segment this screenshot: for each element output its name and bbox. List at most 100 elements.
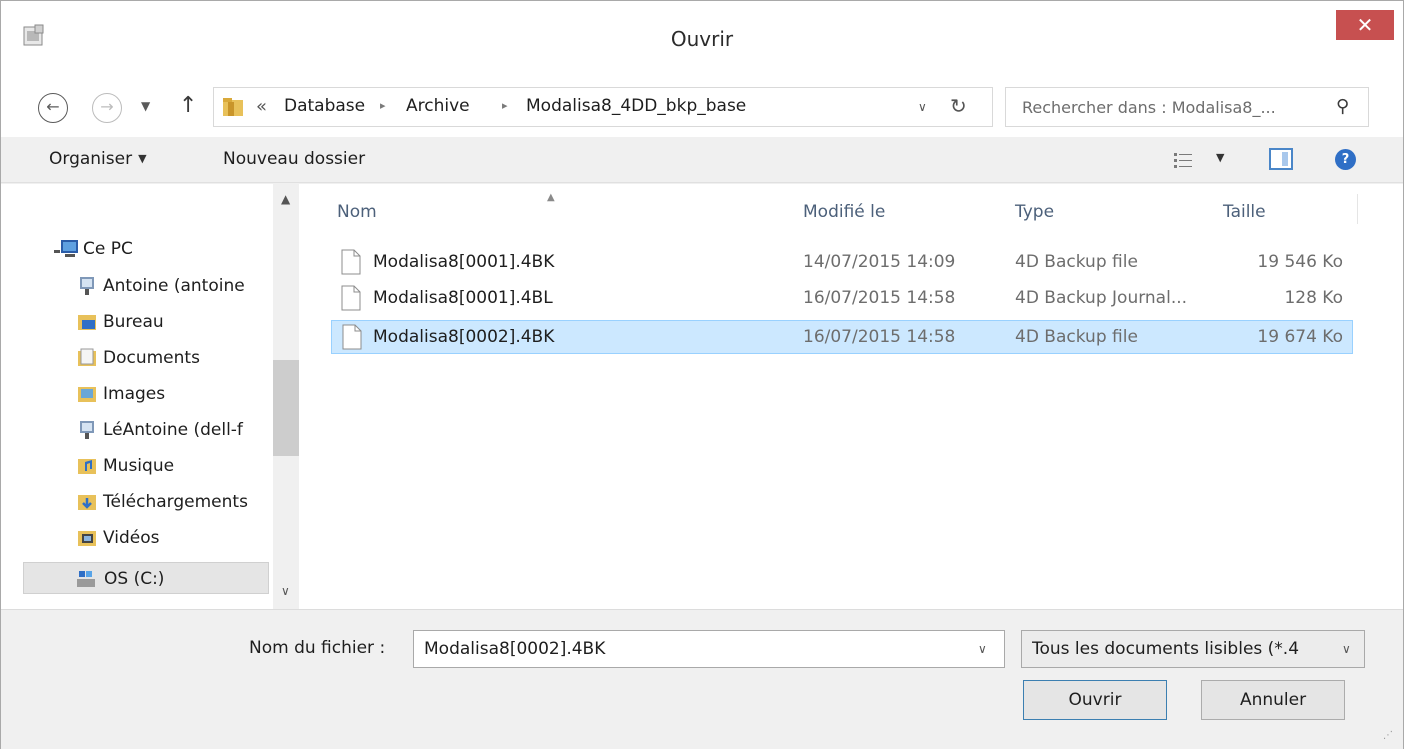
file-modified: 16/07/2015 14:58 <box>803 327 956 347</box>
nav-item-label: Bureau <box>103 312 164 332</box>
file-size: 128 Ko <box>1284 288 1343 308</box>
chevron-down-icon[interactable]: ∨ <box>1342 642 1351 656</box>
address-bar[interactable]: « Database ▸ Archive ▸ Modalisa8_4DD_bkp… <box>213 87 993 127</box>
address-row: ← → ▼ ↑ « Database ▸ Archive ▸ Modalisa8… <box>1 81 1403 137</box>
nav-item-bureau[interactable]: Bureau <box>77 306 277 338</box>
nav-item-label: LéAntoine (dell-f <box>103 420 243 440</box>
file-name: Modalisa8[0001].4BK <box>373 252 555 272</box>
view-options-icon[interactable] <box>1173 151 1193 169</box>
organize-button[interactable]: Organiser ▼ <box>49 149 147 169</box>
file-type-filter-label: Tous les documents lisibles (*.4 <box>1032 639 1300 659</box>
cancel-button[interactable]: Annuler <box>1201 680 1345 720</box>
nav-item-videos[interactable]: Vidéos <box>77 522 277 554</box>
file-list: ▲ Nom Modifié le Type Taille Modalisa8[0… <box>299 184 1403 609</box>
drive-icon <box>77 571 95 587</box>
file-row[interactable]: Modalisa8[0001].4BL 16/07/2015 14:58 4D … <box>331 282 1353 316</box>
file-size: 19 546 Ko <box>1257 252 1343 272</box>
column-header-type[interactable]: Type <box>1015 202 1054 222</box>
help-icon[interactable]: ? <box>1335 149 1356 170</box>
file-modified: 14/07/2015 14:09 <box>803 252 956 272</box>
navigation-pane: Ce PC Antoine (antoine Bureau Documents … <box>1 184 299 609</box>
nav-item-label: Téléchargements <box>103 492 248 512</box>
network-user-icon <box>80 277 94 295</box>
nav-item-label: Antoine (antoine <box>103 276 245 296</box>
nav-item-label: Images <box>103 384 166 404</box>
column-header-size[interactable]: Taille <box>1223 202 1266 222</box>
documents-folder-icon <box>78 348 96 366</box>
file-type: 4D Backup file <box>1015 327 1138 347</box>
breadcrumb-separator-icon[interactable]: ▸ <box>502 99 508 112</box>
open-file-dialog: Ouvrir ✕ ← → ▼ ↑ « Database ▸ Archive ▸ … <box>0 0 1404 749</box>
breadcrumb-separator-icon[interactable]: ▸ <box>380 99 386 112</box>
chevron-down-icon: ▼ <box>138 152 147 165</box>
filename-label: Nom du fichier : <box>249 638 386 658</box>
computer-icon <box>54 240 78 257</box>
file-type-filter[interactable]: Tous les documents lisibles (*.4 ∨ <box>1021 630 1365 668</box>
desktop-folder-icon <box>78 315 96 330</box>
breadcrumb-current-folder[interactable]: Modalisa8_4DD_bkp_base <box>526 96 746 116</box>
filename-input[interactable] <box>424 631 964 667</box>
file-type: 4D Backup file <box>1015 252 1138 272</box>
network-user-icon <box>80 421 94 439</box>
file-type: 4D Backup Journal... <box>1015 288 1188 308</box>
nav-scrollbar[interactable]: ▲ ∨ <box>273 184 299 609</box>
file-size: 19 674 Ko <box>1257 327 1343 347</box>
nav-item-antoine[interactable]: Antoine (antoine <box>77 270 277 302</box>
breadcrumb-archive[interactable]: Archive <box>406 96 470 116</box>
nav-item-label: OS (C:) <box>104 569 165 589</box>
nav-item-telechargements[interactable]: Téléchargements <box>77 486 277 518</box>
pictures-folder-icon <box>78 387 96 402</box>
search-input[interactable] <box>1022 88 1322 126</box>
preview-pane-icon[interactable] <box>1269 148 1293 170</box>
column-header-name[interactable]: Nom <box>337 202 377 222</box>
nav-item-label: Musique <box>103 456 175 476</box>
chevron-down-icon[interactable]: ∨ <box>918 100 927 114</box>
chevron-down-icon[interactable]: ∨ <box>978 642 987 656</box>
column-header-modified[interactable]: Modifié le <box>803 202 885 222</box>
videos-folder-icon <box>78 531 96 546</box>
nav-item-musique[interactable]: Musique <box>77 450 277 482</box>
chevron-up-icon[interactable]: ▲ <box>281 192 290 206</box>
nav-item-label: Vidéos <box>103 528 160 548</box>
chevron-down-icon[interactable]: ∨ <box>281 584 290 598</box>
file-row-selected[interactable]: Modalisa8[0002].4BK 16/07/2015 14:58 4D … <box>331 320 1353 354</box>
open-button[interactable]: Ouvrir <box>1023 680 1167 720</box>
sort-ascending-icon: ▲ <box>547 192 555 203</box>
file-icon <box>341 285 361 311</box>
recent-locations-dropdown[interactable]: ▼ <box>141 99 150 113</box>
music-folder-icon <box>78 459 96 474</box>
downloads-folder-icon <box>78 495 96 510</box>
breadcrumb-overflow-button[interactable]: « <box>256 96 267 117</box>
resize-grip-icon[interactable]: ⋰ <box>1383 730 1393 741</box>
back-button[interactable]: ← <box>38 93 68 123</box>
nav-item-documents[interactable]: Documents <box>77 342 277 374</box>
file-icon <box>342 324 362 350</box>
nav-item-leantoine[interactable]: LéAntoine (dell-f <box>77 414 277 446</box>
filename-combobox[interactable]: ∨ <box>413 630 1005 668</box>
title-bar: Ouvrir ✕ <box>1 1 1403 81</box>
file-name: Modalisa8[0002].4BK <box>373 327 555 347</box>
close-button[interactable]: ✕ <box>1336 10 1394 40</box>
file-name: Modalisa8[0001].4BL <box>373 288 553 308</box>
file-row[interactable]: Modalisa8[0001].4BK 14/07/2015 14:09 4D … <box>331 246 1353 280</box>
nav-item-drive-c[interactable]: OS (C:) <box>23 562 269 594</box>
organize-label: Organiser <box>49 149 133 169</box>
nav-item-label: Documents <box>103 348 200 368</box>
forward-button[interactable]: → <box>92 93 122 123</box>
window-title: Ouvrir <box>670 27 734 51</box>
command-bar: Organiser ▼ Nouveau dossier ▼ ? <box>1 137 1403 183</box>
scrollbar-thumb[interactable] <box>273 360 299 456</box>
chevron-down-icon[interactable]: ▼ <box>1216 151 1224 164</box>
dialog-footer: Nom du fichier : ∨ Tous les documents li… <box>1 609 1403 749</box>
column-divider[interactable] <box>1357 194 1358 224</box>
up-button[interactable]: ↑ <box>179 93 197 118</box>
search-box[interactable]: ⚲ <box>1005 87 1369 127</box>
nav-item-images[interactable]: Images <box>77 378 277 410</box>
refresh-icon[interactable]: ↻ <box>950 94 967 118</box>
new-folder-button[interactable]: Nouveau dossier <box>223 149 365 169</box>
file-modified: 16/07/2015 14:58 <box>803 288 956 308</box>
breadcrumb-database[interactable]: Database <box>284 96 365 116</box>
search-icon[interactable]: ⚲ <box>1336 96 1349 117</box>
nav-item-label: Ce PC <box>83 239 133 259</box>
file-icon <box>341 249 361 275</box>
